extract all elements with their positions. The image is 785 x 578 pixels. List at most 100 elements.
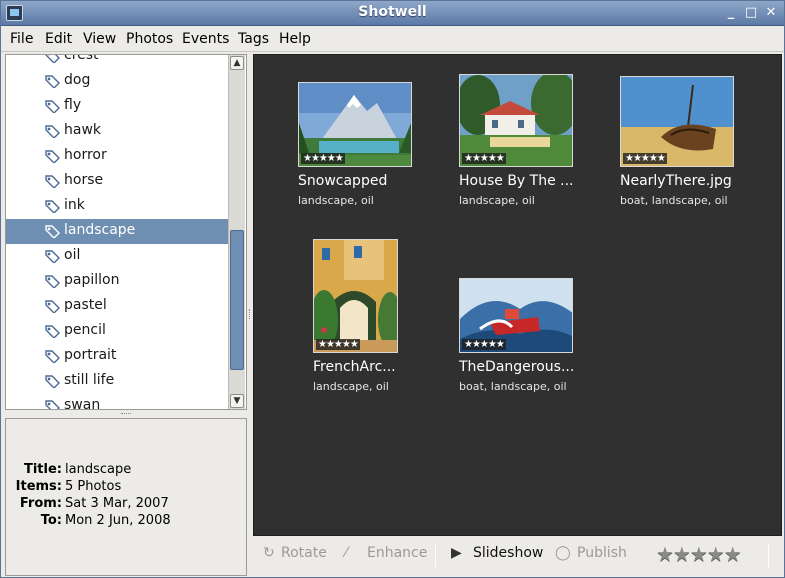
sidebar-item-still-life[interactable]: still life (6, 369, 228, 394)
sidebar-item-label: oil (64, 247, 81, 263)
photo-tags: boat, landscape, oil (459, 380, 567, 393)
sidebar-item-pastel[interactable]: pastel (6, 294, 228, 319)
tag-icon (44, 124, 60, 139)
menu-file[interactable]: File (10, 31, 33, 47)
close-icon[interactable]: ✕ (763, 5, 779, 21)
sidebar-item-landscape[interactable]: landscape (6, 219, 228, 244)
french-arch-thumbnail-image (314, 240, 397, 352)
tag-icon (44, 274, 60, 289)
info-to-key: To: (40, 513, 62, 528)
tag-icon (44, 324, 60, 339)
tag-icon (44, 174, 60, 189)
photo-thumbnail[interactable]: ★★★★★ (313, 239, 398, 353)
rating-stars[interactable]: ★★★★★ (656, 542, 742, 566)
title-bar[interactable]: Shotwell _ □ ✕ (1, 1, 784, 26)
play-icon: ▶ (451, 545, 462, 561)
photo-title: House By The ... (459, 173, 574, 189)
menu-events[interactable]: Events (182, 31, 229, 47)
sidebar-item-label: hawk (64, 122, 102, 138)
photo-title: TheDangerous... (459, 359, 575, 375)
globe-icon: ◯ (555, 545, 571, 561)
info-panel: Title: landscape Items: 5 Photos From: Sat … (5, 418, 247, 576)
sidebar-item-ink[interactable]: ink (6, 194, 228, 219)
sidebar-item-dog[interactable]: dog (6, 69, 228, 94)
menu-photos[interactable]: Photos (126, 31, 173, 47)
tag-icon (44, 149, 60, 164)
sidebar-item-portrait[interactable]: portrait (6, 344, 228, 369)
photo-title: FrenchArc... (313, 359, 396, 375)
sidebar-item-label: horse (64, 172, 104, 188)
toolbar-separator (435, 543, 436, 567)
sidebar-item-papillon[interactable]: papillon (6, 269, 228, 294)
photo-rating: ★★★★★ (462, 153, 506, 164)
photo-thumbnail[interactable]: ★★★★★ (459, 278, 573, 353)
sidebar-item-pencil[interactable]: pencil (6, 319, 228, 344)
photo-thumbnail[interactable]: ★★★★★ (620, 76, 734, 167)
toolbar-separator (768, 543, 769, 567)
tag-icon (44, 249, 60, 264)
tag-icon (44, 399, 60, 409)
sidebar-item-crest[interactable]: crest (6, 54, 228, 69)
sidebar-item-label: swan (64, 397, 101, 410)
minimize-icon[interactable]: _ (723, 5, 739, 21)
maximize-icon[interactable]: □ (743, 5, 759, 21)
info-title-key: Title: (23, 462, 62, 477)
enhance-label: Enhance (367, 545, 428, 561)
menu-view[interactable]: View (83, 31, 116, 47)
slideshow-button[interactable]: ▶ Slideshow (451, 545, 543, 567)
photo-tags: landscape, oil (459, 194, 535, 207)
rotate-button[interactable]: ↻ Rotate (263, 545, 327, 567)
info-title-value: landscape (65, 462, 132, 477)
sidebar-item-label: dog (64, 72, 91, 88)
photo-grid: ★★★★★ Snowcapped landscape, oil ★★★★★ Ho… (253, 54, 782, 536)
info-items-key: Items: (15, 479, 62, 494)
shotwell-window: Shotwell _ □ ✕ File Edit View Photos Eve… (0, 0, 785, 578)
photo-tags: landscape, oil (313, 380, 389, 393)
sidebar-scrollbar[interactable]: ▲ ▼ (228, 55, 245, 409)
photo-thumbnail[interactable]: ★★★★★ (459, 74, 573, 167)
photo-tags: landscape, oil (298, 194, 374, 207)
scroll-up-icon[interactable]: ▲ (230, 56, 244, 70)
sidebar-item-label: pencil (64, 322, 106, 338)
photo-rating: ★★★★★ (301, 153, 345, 164)
scroll-down-icon[interactable]: ▼ (230, 394, 244, 408)
slideshow-label: Slideshow (473, 545, 544, 561)
photo-thumbnail[interactable]: ★★★★★ (298, 82, 412, 167)
bottom-toolbar: ↻ Rotate ⁄ Enhance ▶ Slideshow ◯ Publish ★★★… (253, 537, 782, 575)
sidebar-item-horse[interactable]: horse (6, 169, 228, 194)
sidebar-item-horror[interactable]: horror (6, 144, 228, 169)
rotate-icon: ↻ (263, 545, 275, 561)
sidebar-item-fly[interactable]: fly (6, 94, 228, 119)
menu-tags[interactable]: Tags (238, 31, 269, 47)
photo-title: NearlyThere.jpg (620, 173, 732, 189)
photo-rating: ★★★★★ (462, 339, 506, 350)
tag-icon (44, 224, 60, 239)
tag-icon (44, 374, 60, 389)
photo-title: Snowcapped (298, 173, 388, 189)
sidebar-item-oil[interactable]: oil (6, 244, 228, 269)
photo-rating: ★★★★★ (316, 339, 360, 350)
menu-help[interactable]: Help (279, 31, 311, 47)
sidebar-item-label: crest (64, 54, 99, 63)
tag-icon (44, 99, 60, 114)
menu-bar: File Edit View Photos Events Tags Help (1, 27, 784, 52)
rotate-label: Rotate (281, 545, 327, 561)
publish-button[interactable]: ◯ Publish (555, 545, 627, 567)
enhance-icon: ⁄ (345, 545, 348, 561)
sidebar-item-label: fly (64, 97, 82, 113)
info-items-value: 5 Photos (65, 479, 122, 494)
sidebar-splitter[interactable] (5, 411, 247, 417)
sidebar-item-label: ink (64, 197, 85, 213)
info-from-value: Sat 3 Mar, 2007 (65, 496, 169, 511)
menu-edit[interactable]: Edit (45, 31, 72, 47)
sidebar-item-label: papillon (64, 272, 120, 288)
sidebar-item-label: pastel (64, 297, 107, 313)
tag-icon (44, 55, 60, 64)
tag-sidebar: crest dog fly hawk horror horse ink landscape oi… (5, 54, 247, 410)
scroll-thumb[interactable] (230, 230, 244, 370)
sidebar-item-hawk[interactable]: hawk (6, 119, 228, 144)
info-to-value: Mon 2 Jun, 2008 (65, 513, 171, 528)
sidebar-item-swan[interactable]: swan (6, 394, 228, 410)
sidebar-item-label: horror (64, 147, 107, 163)
enhance-button[interactable]: ⁄ Enhance (345, 545, 427, 567)
